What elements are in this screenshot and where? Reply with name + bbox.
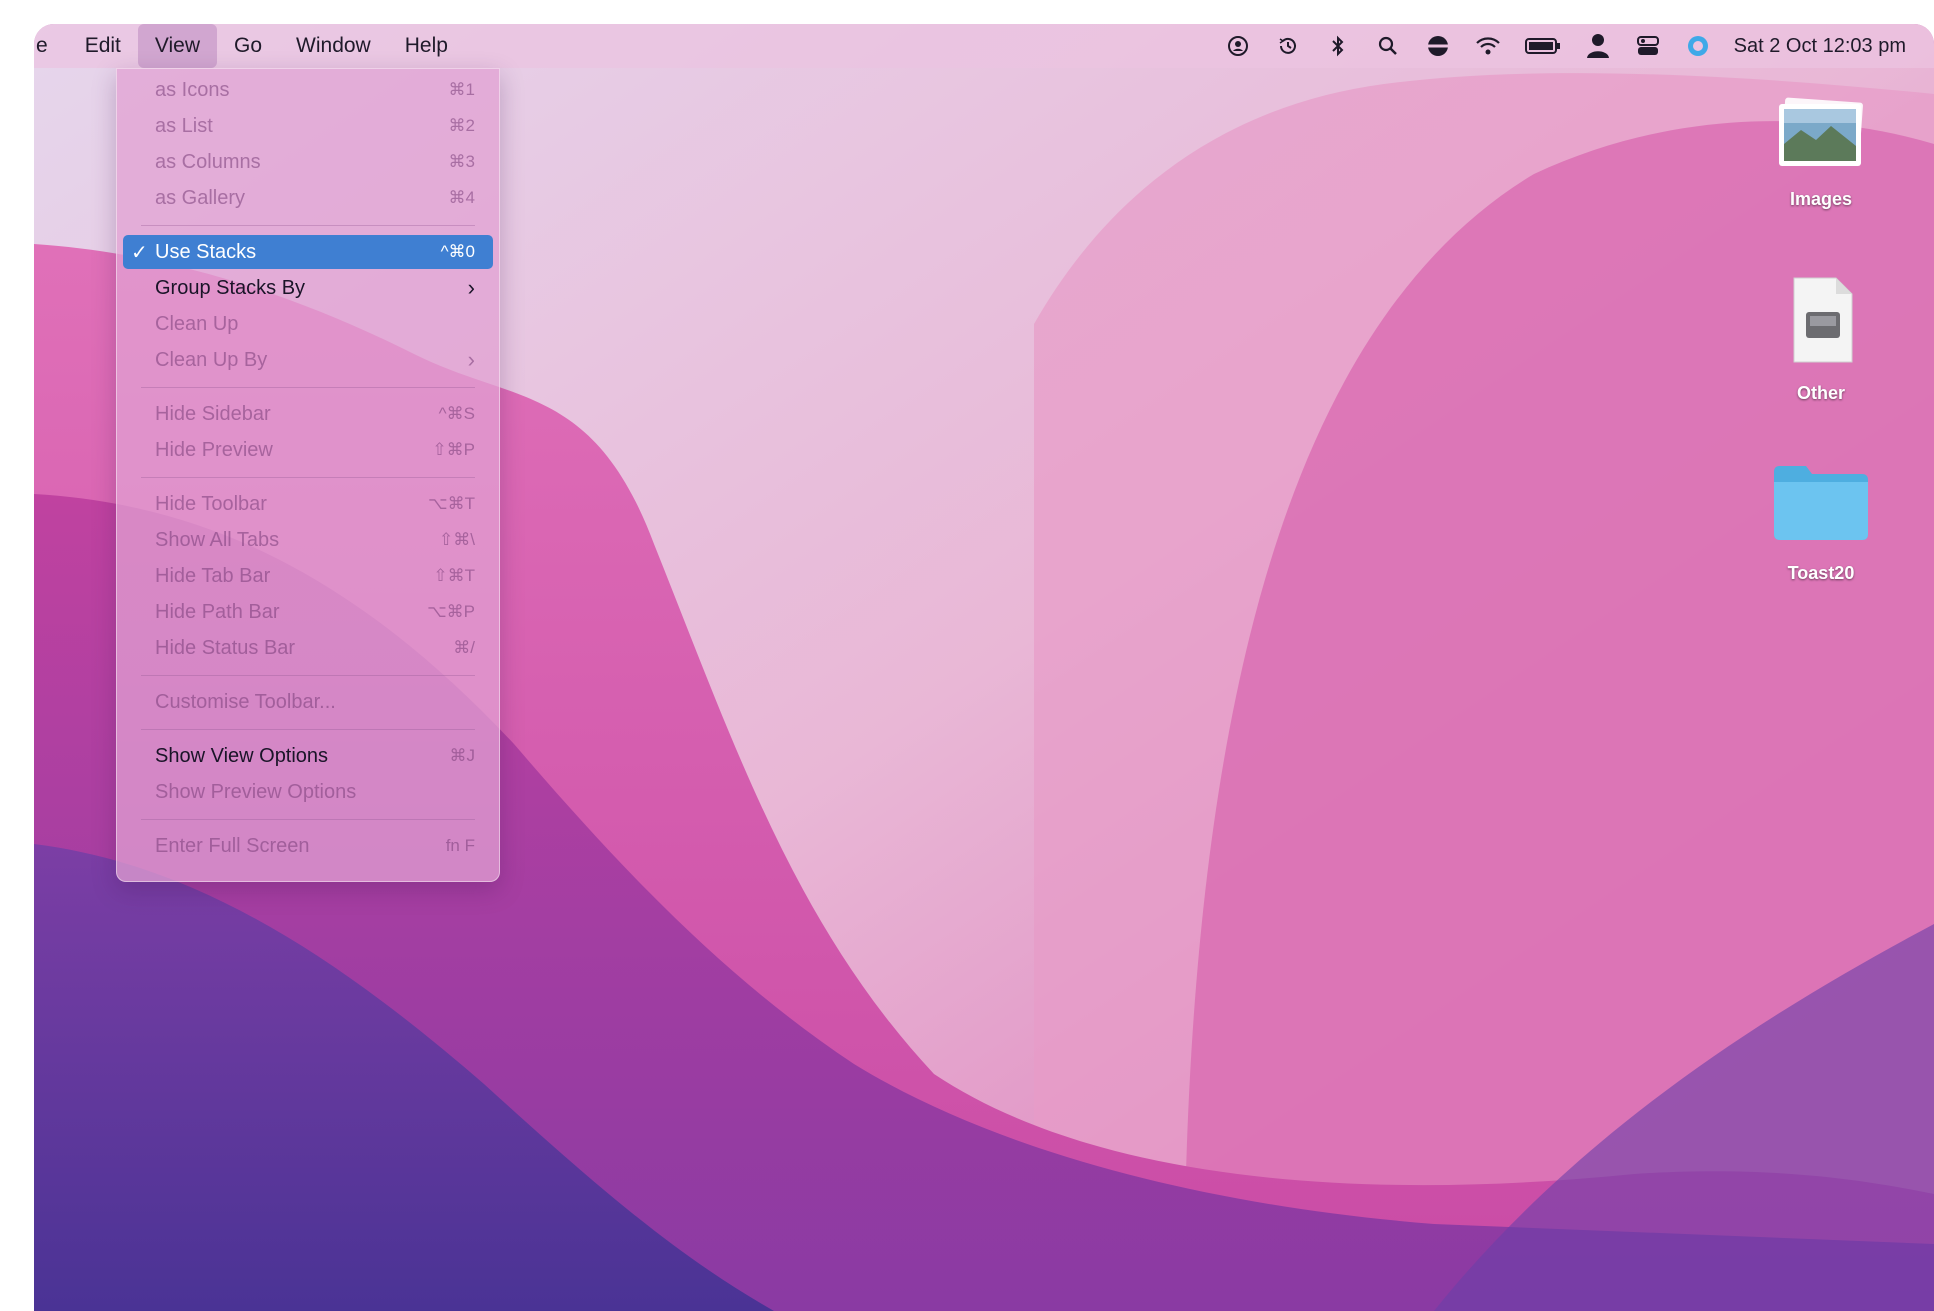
menu-item-label: Hide Status Bar [155,636,296,659]
menu-item-enter-full-screen[interactable]: Enter Full Screen fn F [123,829,493,863]
menu-item-shortcut: ^⌘S [438,404,475,423]
menu-item-shortcut: ⇧⌘\ [439,530,475,549]
menu-item-label: as List [155,114,213,137]
menu-item-label: as Gallery [155,186,246,209]
chevron-right-icon: › [467,347,475,372]
desktop-icon-label: Images [1789,189,1853,209]
desktop-stack-images[interactable]: Images [1751,94,1891,210]
user-silhouette-icon[interactable] [1584,32,1612,60]
menu-item-show-all-tabs[interactable]: Show All Tabs ⇧⌘\ [123,523,493,557]
menu-item-shortcut: ⌘/ [453,638,475,657]
view-menu-dropdown: as Icons ⌘1 as List ⌘2 as Columns ⌘3 as Gal… [116,68,500,882]
desktop-icon-label: Other [1796,383,1845,403]
menu-item-show-view-options[interactable]: Show View Options ⌘J [123,739,493,773]
chevron-right-icon: › [467,275,475,300]
menu-item-hide-toolbar[interactable]: Hide Toolbar ⌥⌘T [123,487,493,521]
menu-item-hide-sidebar[interactable]: Hide Sidebar ^⌘S [123,397,493,431]
menu-item-clean-up-by[interactable]: Clean Up By › [123,343,493,377]
spotlight-search-icon[interactable] [1374,32,1402,60]
menu-item-customise-toolbar[interactable]: Customise Toolbar... [123,685,493,719]
images-stack-icon [1779,97,1863,166]
menu-item-shortcut: ⌘2 [448,116,475,135]
checkmark-icon: ✓ [131,241,148,264]
user-account-icon[interactable] [1224,32,1252,60]
menu-item-label: Clean Up [155,312,239,335]
menu-app-fragment[interactable]: e [34,24,68,68]
menu-item-shortcut: ⌘1 [448,80,475,99]
time-machine-icon[interactable] [1274,32,1302,60]
menu-item-hide-preview[interactable]: Hide Preview ⇧⌘P [123,433,493,467]
menu-item-label: Hide Preview [155,438,273,461]
menu-item-label: as Columns [155,150,261,173]
menu-item-shortcut: ⌘J [449,746,476,765]
menu-separator [141,729,475,730]
menu-item-shortcut: ⌘4 [448,188,475,207]
menu-item-clean-up[interactable]: Clean Up [123,307,493,341]
wifi-icon[interactable] [1474,32,1502,60]
menu-item-hide-status-bar[interactable]: Hide Status Bar ⌘/ [123,631,493,665]
menu-item-shortcut: ⇧⌘P [432,440,475,459]
desktop-stack-other[interactable]: Other [1751,272,1891,404]
menu-window[interactable]: Window [279,24,388,68]
menu-separator [141,675,475,676]
menu-item-label: Hide Tab Bar [155,564,271,587]
menu-item-label: Show View Options [155,744,329,767]
menu-item-use-stacks[interactable]: ✓ Use Stacks ^⌘0 [123,235,493,269]
menu-separator [141,819,475,820]
menu-item-label: Use Stacks [155,240,257,263]
menu-item-shortcut: ⌥⌘T [428,494,475,513]
menu-item-as-list[interactable]: as List ⌘2 [123,109,493,143]
menu-item-label: Hide Sidebar [155,402,271,425]
menu-edit[interactable]: Edit [68,24,138,68]
battery-icon[interactable] [1524,32,1562,60]
menu-item-label: Hide Path Bar [155,600,280,623]
menu-item-label: Group Stacks By [155,276,306,299]
document-stack-icon [1793,277,1853,363]
menu-separator [141,387,475,388]
menu-item-as-gallery[interactable]: as Gallery ⌘4 [123,181,493,215]
menu-item-as-icons[interactable]: as Icons ⌘1 [123,73,493,107]
folder-icon [1774,466,1868,540]
menu-bar-clock[interactable]: Sat 2 Oct 12:03 pm [1734,35,1906,58]
menu-item-label: Show All Tabs [155,528,280,551]
control-center-icon[interactable] [1634,32,1662,60]
menu-item-shortcut: ⇧⌘T [433,566,475,585]
menu-item-show-preview-options[interactable]: Show Preview Options [123,775,493,809]
bluetooth-icon[interactable] [1324,32,1352,60]
menu-item-hide-tab-bar[interactable]: Hide Tab Bar ⇧⌘T [123,559,493,593]
menu-item-group-stacks-by[interactable]: Group Stacks By › [123,271,493,305]
menu-view[interactable]: View [137,24,218,68]
menu-item-shortcut: ⌘3 [448,152,475,171]
menu-item-as-columns[interactable]: as Columns ⌘3 [123,145,493,179]
siri-icon[interactable] [1684,32,1712,60]
menu-item-shortcut: ^⌘0 [440,242,475,261]
menu-separator [141,225,475,226]
menu-go[interactable]: Go [217,24,279,68]
desktop-screen: e Edit View Go Window Help Sat 2 Oct 12:… [34,24,1934,1311]
vpn-icon[interactable] [1424,32,1452,60]
menu-item-label: Hide Toolbar [155,492,267,515]
menu-item-label: Enter Full Screen [155,834,310,857]
menu-item-label: Customise Toolbar... [155,690,336,713]
desktop-folder-toast20[interactable]: Toast20 [1751,452,1891,584]
menu-item-label: Clean Up By [155,348,268,371]
menu-item-shortcut: fn F [445,836,475,855]
menu-bar: e Edit View Go Window Help Sat 2 Oct 12:… [34,24,1934,68]
menu-item-label: Show Preview Options [155,780,357,803]
menu-item-label: as Icons [155,78,230,101]
menu-help[interactable]: Help [388,24,465,68]
desktop-icon-label: Toast20 [1787,563,1855,583]
menu-item-shortcut: ⌥⌘P [427,602,475,621]
menu-separator [141,477,475,478]
menu-item-hide-path-bar[interactable]: Hide Path Bar ⌥⌘P [123,595,493,629]
